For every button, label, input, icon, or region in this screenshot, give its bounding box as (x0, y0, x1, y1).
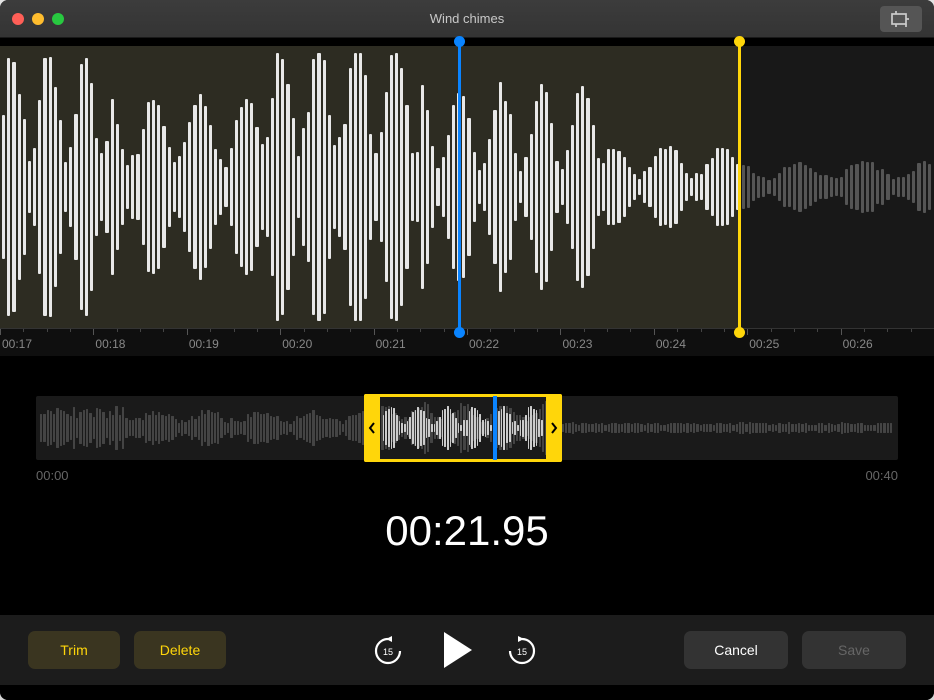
editor-window: Wind chimes 00:17 (0, 0, 934, 700)
ruler-tick: 00:22 (467, 329, 560, 356)
main-waveform-view[interactable]: 00:17 00:18 00:19 00:20 00:21 00:22 00:2… (0, 46, 934, 356)
window-controls (12, 13, 64, 25)
ruler-tick: 00:20 (280, 329, 373, 356)
overview-time-labels: 00:00 00:40 (36, 468, 898, 483)
titlebar: Wind chimes (0, 0, 934, 38)
trim-mode-button[interactable] (880, 6, 922, 32)
window-title: Wind chimes (430, 11, 504, 26)
save-button[interactable]: Save (802, 631, 906, 669)
chevron-left-icon (368, 421, 376, 435)
trim-selection[interactable] (364, 394, 562, 462)
time-ruler: 00:17 00:18 00:19 00:20 00:21 00:22 00:2… (0, 328, 934, 356)
transport-controls: 15 15 (372, 632, 538, 668)
play-button[interactable] (438, 632, 472, 668)
chevron-right-icon (550, 421, 558, 435)
playhead-marker[interactable] (458, 42, 461, 332)
ruler-tick: 00:18 (93, 329, 186, 356)
current-timecode: 00:21.95 (0, 495, 934, 615)
editor-content: 00:17 00:18 00:19 00:20 00:21 00:22 00:2… (0, 38, 934, 700)
skip-forward-button[interactable]: 15 (506, 634, 538, 666)
ruler-tick: 00:21 (374, 329, 467, 356)
maximize-window-button[interactable] (52, 13, 64, 25)
trim-button[interactable]: Trim (28, 631, 120, 669)
ruler-tick: 00:23 (560, 329, 653, 356)
play-icon (444, 632, 472, 668)
trim-end-marker[interactable] (738, 42, 741, 332)
overview-playhead[interactable] (493, 396, 497, 460)
waveform-canvas (0, 46, 934, 328)
svg-text:15: 15 (517, 647, 527, 657)
bottom-toolbar: Trim Delete 15 (0, 615, 934, 685)
skip-back-button[interactable]: 15 (372, 634, 404, 666)
overview-start-time: 00:00 (36, 468, 69, 483)
skip-back-icon: 15 (372, 634, 404, 666)
close-window-button[interactable] (12, 13, 24, 25)
overview-track[interactable] (36, 396, 898, 460)
ruler-tick: 00:17 (0, 329, 93, 356)
ruler-tick: 00:26 (841, 329, 934, 356)
delete-button[interactable]: Delete (134, 631, 226, 669)
overview-end-time: 00:40 (865, 468, 898, 483)
cancel-button[interactable]: Cancel (684, 631, 788, 669)
overview-section: 00:00 00:40 (0, 356, 934, 495)
svg-text:15: 15 (383, 647, 393, 657)
skip-forward-icon: 15 (506, 634, 538, 666)
ruler-tick: 00:25 (747, 329, 840, 356)
trim-handle-right[interactable] (546, 394, 562, 462)
crop-icon (891, 11, 911, 27)
trim-handle-left[interactable] (364, 394, 380, 462)
ruler-tick: 00:19 (187, 329, 280, 356)
minimize-window-button[interactable] (32, 13, 44, 25)
